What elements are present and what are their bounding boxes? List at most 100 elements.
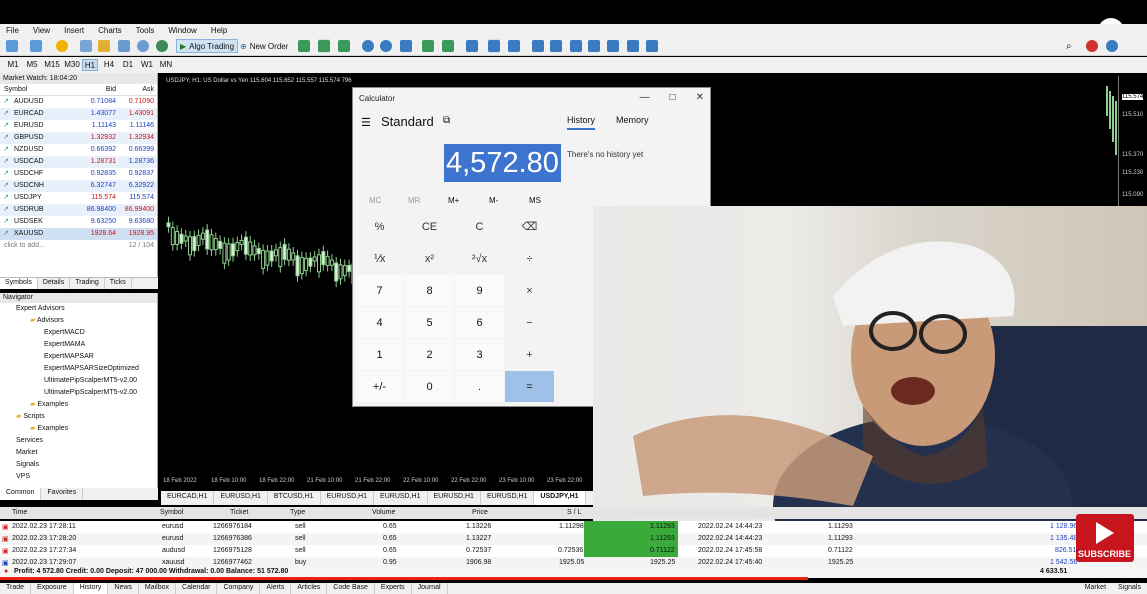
autoscroll-icon[interactable] <box>442 39 454 53</box>
cloud-icon[interactable] <box>137 39 149 53</box>
equals-button[interactable]: = <box>505 371 554 402</box>
new-order-button[interactable]: ⊕ New Order <box>240 39 288 53</box>
ide-icon[interactable] <box>80 39 92 53</box>
column-ask[interactable]: Ask <box>116 84 154 95</box>
trendline-icon[interactable] <box>570 39 582 53</box>
nav-advisors-folder[interactable]: ▰ Advisors <box>0 315 157 327</box>
multiply-button[interactable]: × <box>505 275 554 306</box>
digit-2-button[interactable]: 2 <box>405 339 454 370</box>
tab-common[interactable]: Common <box>0 488 42 500</box>
chart-tab-active[interactable]: USDJPY,H1 <box>534 491 586 505</box>
add-symbol-row[interactable]: click to add... 12 / 104 <box>0 240 157 252</box>
market-watch-row[interactable]: USDSEK9.632509.63680 <box>0 216 157 228</box>
nav-expert-advisors[interactable]: Expert Advisors <box>0 303 157 315</box>
clear-button[interactable]: C <box>455 211 504 242</box>
digit-8-button[interactable]: 8 <box>405 275 454 306</box>
close-icon[interactable]: ✕ <box>696 92 704 103</box>
chart-tab[interactable]: EURUSD,H1 <box>428 491 481 505</box>
column-symbol[interactable]: Symbol <box>0 84 80 95</box>
tab-ticks[interactable]: Ticks <box>105 278 132 289</box>
column-volume[interactable]: Volume <box>372 509 395 516</box>
add-button[interactable]: + <box>505 339 554 370</box>
tab-trading[interactable]: Trading <box>70 278 105 289</box>
market-watch-row[interactable]: GBPUSD1.329321.32934 <box>0 132 157 144</box>
menu-help[interactable]: Help <box>211 26 227 35</box>
column-type[interactable]: Type <box>290 509 305 516</box>
nav-item[interactable]: ExpertMAPSARSizeOptimized <box>0 363 157 375</box>
tab-history[interactable]: History <box>567 115 596 130</box>
menu-insert[interactable]: Insert <box>64 26 84 35</box>
chart-tab[interactable]: EURUSD,H1 <box>321 491 375 505</box>
percent-button[interactable]: % <box>355 211 404 242</box>
fibonacci-icon[interactable] <box>607 39 619 53</box>
digit-3-button[interactable]: 3 <box>455 339 504 370</box>
subtract-button[interactable]: − <box>505 307 554 338</box>
tab-details[interactable]: Details <box>38 278 71 289</box>
scroll-icon[interactable] <box>422 39 434 53</box>
nav-item[interactable]: ExpertMACD <box>0 327 157 339</box>
bar-chart-icon[interactable] <box>298 39 310 53</box>
column-ticket[interactable]: Ticket <box>230 509 248 516</box>
digit-6-button[interactable]: 6 <box>455 307 504 338</box>
market-watch-row[interactable]: USDCHF0.928350.92837 <box>0 168 157 180</box>
tab-memory[interactable]: Memory <box>616 115 649 125</box>
chart-tab[interactable]: EURUSD,H1 <box>374 491 428 505</box>
tab-company[interactable]: Company <box>217 583 261 594</box>
column-symbol[interactable]: Symbol <box>160 509 183 516</box>
memory-clear-button[interactable]: MC <box>369 196 381 205</box>
status-market[interactable]: Market <box>1079 583 1112 594</box>
timeframe-m30[interactable]: M30 <box>63 59 81 71</box>
timeframe-h4[interactable]: H4 <box>101 59 117 71</box>
nav-signals[interactable]: Signals <box>0 459 157 471</box>
table-row[interactable]: ▣ 2022.02.23 17:27:34 audusd 1266975128 … <box>0 545 1147 557</box>
menu-file[interactable]: File <box>6 26 19 35</box>
search-icon[interactable]: ⌕ <box>1066 39 1072 53</box>
status-signals[interactable]: Signals <box>1112 583 1147 594</box>
globe-icon[interactable] <box>156 39 168 53</box>
zoom-in-icon[interactable] <box>362 39 374 53</box>
nav-examples-folder[interactable]: ▰ Examples <box>0 399 157 411</box>
candles-icon[interactable] <box>318 39 330 53</box>
market-watch-row[interactable]: AUDUSD0.710840.71090 <box>0 96 157 108</box>
chart-tab[interactable]: EURUSD,H1 <box>214 491 268 505</box>
tab-news[interactable]: News <box>108 583 139 594</box>
market-watch-row[interactable]: USDCNH6.327476.32922 <box>0 180 157 192</box>
maximize-icon[interactable]: □ <box>670 92 676 103</box>
nav-scripts[interactable]: ▰ Scripts <box>0 411 157 423</box>
menu-icon[interactable]: ☰ <box>361 116 371 129</box>
square-button[interactable]: x² <box>405 243 454 274</box>
nav-services[interactable]: Services <box>0 435 157 447</box>
notifications-icon[interactable] <box>1086 39 1098 53</box>
square-root-button[interactable]: ²√x <box>455 243 504 274</box>
menu-window[interactable]: Window <box>168 26 196 35</box>
horizontal-line-icon[interactable] <box>550 39 562 53</box>
tab-exposure[interactable]: Exposure <box>31 583 74 594</box>
market-watch-row[interactable]: NZDUSD0.663920.66399 <box>0 144 157 156</box>
tab-journal[interactable]: Journal <box>412 583 448 594</box>
tab-symbols[interactable]: Symbols <box>0 278 38 289</box>
channel-icon[interactable] <box>588 39 600 53</box>
nav-vps[interactable]: VPS <box>0 471 157 483</box>
chart-tab[interactable]: BTCUSD,H1 <box>268 491 321 505</box>
market-watch-row[interactable]: EURCAD1.430771.43091 <box>0 108 157 120</box>
table-row[interactable]: ▣ 2022.02.23 17:28:20 eurusd 1266976386 … <box>0 533 1147 545</box>
digit-5-button[interactable]: 5 <box>405 307 454 338</box>
nav-item[interactable]: UltimatePipScalperMT5-v2.00 <box>0 375 157 387</box>
digit-1-button[interactable]: 1 <box>355 339 404 370</box>
decimal-button[interactable]: . <box>455 371 504 402</box>
market-watch-row[interactable]: USDCAD1.287311.28736 <box>0 156 157 168</box>
coin-icon[interactable] <box>56 39 68 53</box>
memory-store-button[interactable]: MS <box>529 196 541 205</box>
timeframe-mn[interactable]: MN <box>158 59 174 71</box>
nav-item[interactable]: ExpertMAPSAR <box>0 351 157 363</box>
menu-charts[interactable]: Charts <box>98 26 122 35</box>
digit-9-button[interactable]: 9 <box>455 275 504 306</box>
divide-button[interactable]: ÷ <box>505 243 554 274</box>
keep-on-top-icon[interactable]: ⧉ <box>443 115 450 126</box>
timeframe-m1[interactable]: M1 <box>5 59 21 71</box>
market-watch-row[interactable]: USDRUB86.9840086.99400 <box>0 204 157 216</box>
chart-tab[interactable]: EURCAD,H1 <box>161 491 215 505</box>
tab-history-toolbox[interactable]: History <box>73 583 109 594</box>
lock-icon[interactable] <box>98 39 110 53</box>
timeframe-w1[interactable]: W1 <box>139 59 155 71</box>
